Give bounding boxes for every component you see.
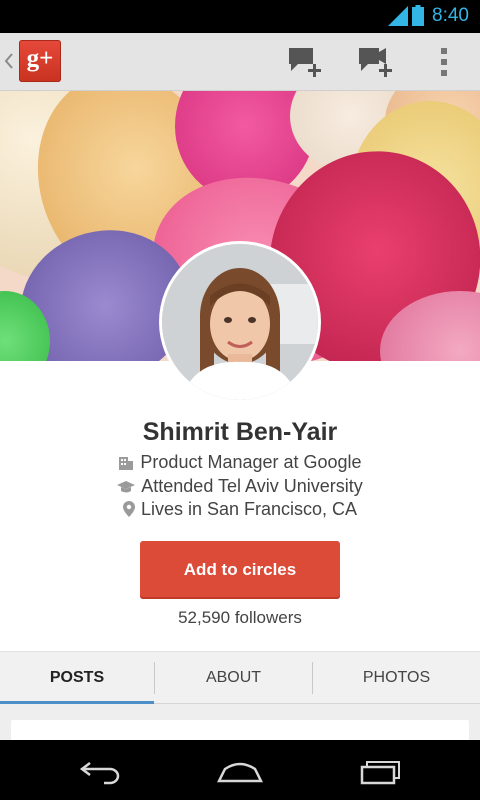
tab-photos[interactable]: PHOTOS: [313, 652, 480, 704]
education-text: Attended Tel Aviv University: [141, 476, 363, 496]
location-info: Lives in San Francisco, CA: [0, 499, 480, 520]
work-info: Product Manager at Google: [0, 452, 480, 473]
signal-icon: [388, 6, 408, 26]
graduation-cap-icon: [117, 481, 136, 493]
battery-icon: [412, 5, 424, 26]
avatar[interactable]: [159, 241, 321, 403]
tab-about[interactable]: ABOUT: [155, 652, 312, 704]
app-logo-text: g+: [26, 45, 54, 72]
action-bar: g+: [0, 33, 480, 91]
location-text: Lives in San Francisco, CA: [140, 499, 358, 519]
back-icon[interactable]: [78, 757, 124, 785]
add-message-icon[interactable]: [287, 45, 323, 79]
status-bar: 8:40: [0, 0, 480, 33]
education-info: Attended Tel Aviv University: [0, 476, 480, 497]
navigation-bar: [0, 740, 480, 800]
building-icon: [119, 457, 134, 470]
location-pin-icon: [122, 501, 135, 517]
up-caret-icon[interactable]: [3, 49, 15, 73]
tab-posts[interactable]: POSTS: [0, 652, 154, 704]
profile-photo: [162, 244, 318, 400]
google-plus-logo[interactable]: g+: [19, 40, 61, 82]
profile-name: Shimrit Ben-Yair: [142, 418, 338, 446]
profile-tabs: POSTS ABOUT PHOTOS: [0, 651, 480, 704]
recent-apps-icon[interactable]: [358, 757, 404, 785]
home-icon[interactable]: [217, 757, 263, 785]
status-time: 8:40: [432, 5, 469, 26]
hangout-icon[interactable]: [357, 45, 393, 79]
add-to-circles-button[interactable]: Add to circles: [140, 541, 340, 599]
overflow-menu-icon[interactable]: [438, 46, 450, 78]
work-text: Product Manager at Google: [140, 452, 362, 472]
followers-count: 52,590 followers: [178, 608, 302, 627]
